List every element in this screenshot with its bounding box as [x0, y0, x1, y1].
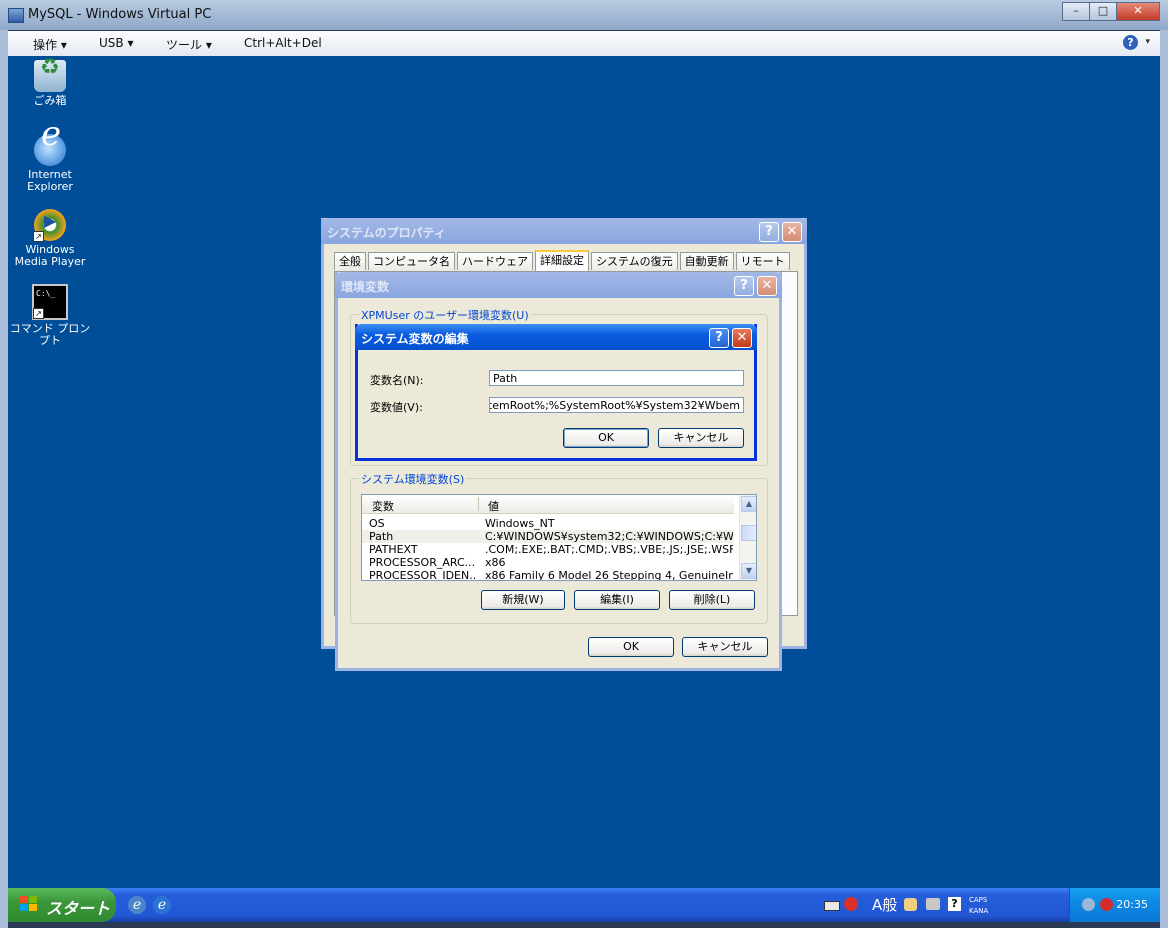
edit-system-variable-window: システム変数の編集 ? ✕ 変数名(N): Path 変数値(V): ;%Sys…: [355, 324, 757, 461]
table-row[interactable]: OS Windows_NT: [362, 517, 734, 530]
close-button[interactable]: ✕: [1116, 2, 1160, 21]
variable-name-field[interactable]: Path: [489, 370, 744, 386]
ime-mode[interactable]: A般: [872, 888, 897, 922]
chevron-down-icon[interactable]: ▾: [1145, 37, 1150, 47]
start-label: スタート: [46, 899, 111, 918]
show-desktop-icon[interactable]: e: [128, 896, 146, 914]
kana-indicator: KANA: [969, 907, 989, 915]
help-button[interactable]: ?: [709, 328, 729, 348]
desktop-icon-command-prompt[interactable]: ↗ コマンド プロンプト: [8, 284, 92, 347]
internet-explorer-icon[interactable]: e: [153, 896, 171, 914]
ime-pad-icon[interactable]: [904, 898, 917, 911]
virtual-pc-icon: [8, 8, 24, 23]
close-button[interactable]: ✕: [732, 328, 752, 348]
clock[interactable]: 20:35: [1116, 898, 1148, 911]
caps-indicator: CAPS: [969, 896, 988, 904]
menu-tools[interactable]: ツール ▾: [166, 36, 212, 53]
menu-ctrl-alt-del[interactable]: Ctrl+Alt+Del: [244, 36, 322, 50]
table-row[interactable]: PROCESSOR_ARC... x86: [362, 556, 734, 569]
internet-explorer-icon: [34, 128, 66, 166]
tools-icon[interactable]: [926, 898, 940, 910]
system-variables-group: システム環境変数(S) 変数 値 OS Windows_NT Path C:¥W…: [350, 471, 768, 624]
menu-usb[interactable]: USB ▾: [99, 36, 133, 50]
scroll-thumb[interactable]: [741, 525, 756, 541]
edit-system-variable-title: システム変数の編集: [361, 332, 469, 346]
environment-variables-titlebar: 環境変数 ? ✕: [335, 272, 782, 298]
system-variables-label: システム環境変数(S): [359, 471, 467, 487]
variable-value-field[interactable]: ;%SystemRoot%;%SystemRoot%¥System32¥Wbem: [489, 397, 744, 413]
ime-icon[interactable]: [844, 897, 858, 911]
delete-button[interactable]: 削除(L): [669, 590, 755, 610]
column-header-value[interactable]: 値: [488, 498, 499, 514]
system-properties-tabs: 全般 コンピュータ名 ハードウェア 詳細設定 システムの復元 自動更新 リモート: [334, 250, 792, 271]
menu-action[interactable]: 操作 ▾: [33, 36, 67, 53]
host-menubar: 操作 ▾ USB ▾ ツール ▾ Ctrl+Alt+Del ? ▾: [8, 31, 1160, 57]
shortcut-arrow-icon: ↗: [33, 308, 44, 319]
taskbar: スタート e e A般 ? CAPS KANA 20:35: [8, 888, 1160, 922]
desktop: ごみ箱 Internet Explorer ↗ Windows Media Pl…: [8, 56, 1160, 888]
desktop-icon-label: Windows Media Player: [14, 243, 86, 268]
keyboard-icon[interactable]: [824, 901, 840, 911]
table-row[interactable]: Path C:¥WINDOWS¥system32;C:¥WINDOWS;C:¥W…: [362, 530, 734, 543]
cancel-button[interactable]: キャンセル: [658, 428, 744, 448]
close-button[interactable]: ✕: [782, 222, 802, 242]
help-button[interactable]: ?: [759, 222, 779, 242]
tab-general[interactable]: 全般: [334, 252, 366, 270]
tab-computer-name[interactable]: コンピュータ名: [368, 252, 455, 270]
start-button[interactable]: スタート: [8, 888, 116, 922]
column-header-variable[interactable]: 変数: [372, 498, 394, 514]
desktop-icon-media-player[interactable]: ↗ Windows Media Player: [8, 209, 92, 268]
system-variables-list[interactable]: 変数 値 OS Windows_NT Path C:¥WINDOWS¥syste…: [361, 494, 757, 581]
help-icon[interactable]: ?: [948, 897, 961, 911]
cancel-button[interactable]: キャンセル: [682, 637, 768, 657]
recycle-bin-icon: [34, 60, 66, 92]
tab-advanced[interactable]: 詳細設定: [535, 250, 589, 271]
desktop-icon-label: Internet Explorer: [27, 168, 73, 193]
windows-flag-icon: [20, 896, 38, 913]
edit-system-variable-titlebar: システム変数の編集 ? ✕: [355, 324, 757, 350]
tab-automatic-updates[interactable]: 自動更新: [679, 252, 734, 270]
shortcut-arrow-icon: ↗: [33, 231, 44, 242]
command-prompt-icon: ↗: [32, 284, 68, 320]
help-button[interactable]: ?: [734, 276, 754, 296]
ok-button[interactable]: OK: [588, 637, 674, 657]
variable-value-text: ;%SystemRoot%;%SystemRoot%¥System32¥Wbem: [489, 399, 740, 412]
host-titlebar: MySQL - Windows Virtual PC – □ ✕: [0, 0, 1168, 30]
table-row[interactable]: PATHEXT .COM;.EXE;.BAT;.CMD;.VBS;.VBE;.J…: [362, 543, 734, 556]
edit-button[interactable]: 編集(I): [574, 590, 660, 610]
tab-hardware[interactable]: ハードウェア: [457, 252, 533, 270]
host-frame-right: [1160, 30, 1168, 928]
close-button[interactable]: ✕: [757, 276, 777, 296]
host-frame-left: [0, 30, 8, 928]
list-header: 変数 値: [362, 495, 734, 514]
tab-system-restore[interactable]: システムの復元: [591, 252, 678, 270]
host-window-title: MySQL - Windows Virtual PC: [28, 7, 212, 22]
desktop-icon-internet-explorer[interactable]: Internet Explorer: [8, 128, 92, 193]
variable-name-label: 変数名(N):: [370, 374, 424, 387]
variable-value-label: 変数値(V):: [370, 401, 423, 414]
system-properties-title: システムのプロパティ: [327, 226, 446, 240]
scroll-up-icon[interactable]: ▲: [741, 496, 756, 512]
user-variables-label: XPMUser のユーザー環境変数(U): [359, 307, 531, 323]
network-icon[interactable]: [1082, 898, 1095, 911]
help-icon[interactable]: ?: [1123, 35, 1138, 50]
media-player-icon: ↗: [33, 209, 66, 242]
new-button[interactable]: 新規(W): [481, 590, 565, 610]
system-tray: 20:35: [1069, 888, 1160, 922]
desktop-icon-label: コマンド プロンプト: [9, 322, 91, 347]
desktop-icon-recycle-bin[interactable]: ごみ箱: [8, 60, 92, 107]
table-row[interactable]: PROCESSOR_IDEN... x86 Family 6 Model 26 …: [362, 569, 734, 580]
environment-variables-title: 環境変数: [341, 280, 390, 294]
tab-remote[interactable]: リモート: [735, 252, 790, 270]
ok-button[interactable]: OK: [563, 428, 649, 448]
maximize-button[interactable]: □: [1089, 2, 1117, 21]
desktop-icon-label: ごみ箱: [33, 94, 67, 107]
scroll-down-icon[interactable]: ▼: [741, 563, 756, 579]
vertical-scrollbar[interactable]: ▲ ▼: [739, 495, 756, 580]
minimize-button[interactable]: –: [1062, 2, 1090, 21]
security-alert-icon[interactable]: [1100, 898, 1113, 911]
system-properties-titlebar: システムのプロパティ ? ✕: [321, 218, 807, 244]
